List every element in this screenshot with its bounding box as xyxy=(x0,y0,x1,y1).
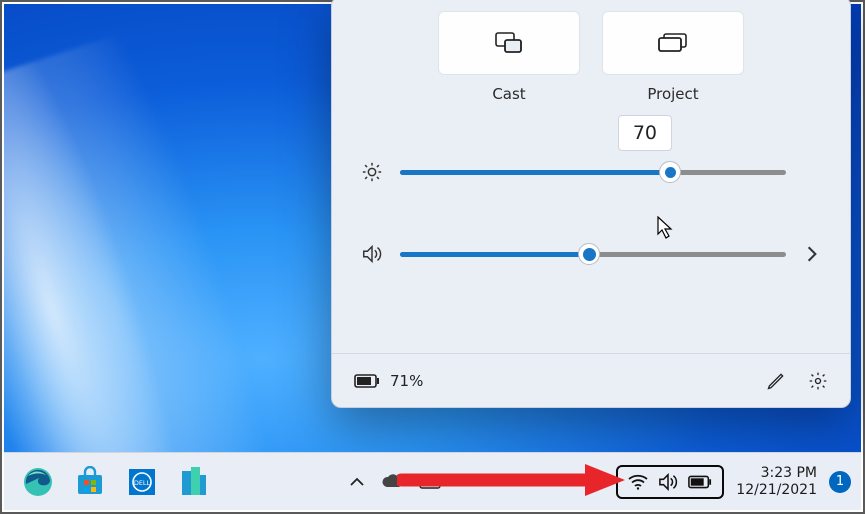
battery-icon xyxy=(354,374,380,388)
brightness-icon xyxy=(358,161,386,183)
volume-icon xyxy=(358,243,386,265)
brightness-slider[interactable] xyxy=(400,161,786,183)
taskbar: DELL xyxy=(4,452,861,510)
date-text: 12/21/2021 xyxy=(736,482,817,499)
battery-tray-icon xyxy=(688,475,712,489)
store-app-icon[interactable] xyxy=(70,462,110,502)
quick-settings-tray-button[interactable] xyxy=(616,465,724,499)
edge-app-icon[interactable] xyxy=(18,462,58,502)
tray-onedrive-icon[interactable] xyxy=(381,474,403,490)
cast-tile[interactable] xyxy=(438,11,580,75)
cast-icon xyxy=(495,32,523,54)
project-label: Project xyxy=(647,85,698,103)
wifi-icon xyxy=(628,474,648,490)
svg-text:DELL: DELL xyxy=(134,479,151,487)
tray-keyboard-icon[interactable] xyxy=(419,474,441,490)
project-tile[interactable] xyxy=(602,11,744,75)
files-app-icon[interactable] xyxy=(174,462,214,502)
speaker-icon xyxy=(658,473,678,491)
settings-button[interactable] xyxy=(808,371,828,391)
quick-settings-panel: Cast Project 70 xyxy=(331,0,851,408)
project-icon xyxy=(658,33,688,53)
notification-badge[interactable]: 1 xyxy=(829,471,851,493)
battery-text: 71% xyxy=(390,372,423,390)
time-text: 3:23 PM xyxy=(736,465,817,482)
taskbar-clock[interactable]: 3:23 PM 12/21/2021 xyxy=(736,465,817,499)
volume-expand-button[interactable] xyxy=(800,245,824,263)
tray-chevron-icon[interactable] xyxy=(349,476,365,488)
brightness-tooltip: 70 xyxy=(618,115,672,151)
battery-status[interactable]: 71% xyxy=(354,372,423,390)
edit-button[interactable] xyxy=(766,371,786,391)
volume-slider[interactable] xyxy=(400,243,786,265)
cast-label: Cast xyxy=(492,85,525,103)
dell-app-icon[interactable]: DELL xyxy=(122,462,162,502)
